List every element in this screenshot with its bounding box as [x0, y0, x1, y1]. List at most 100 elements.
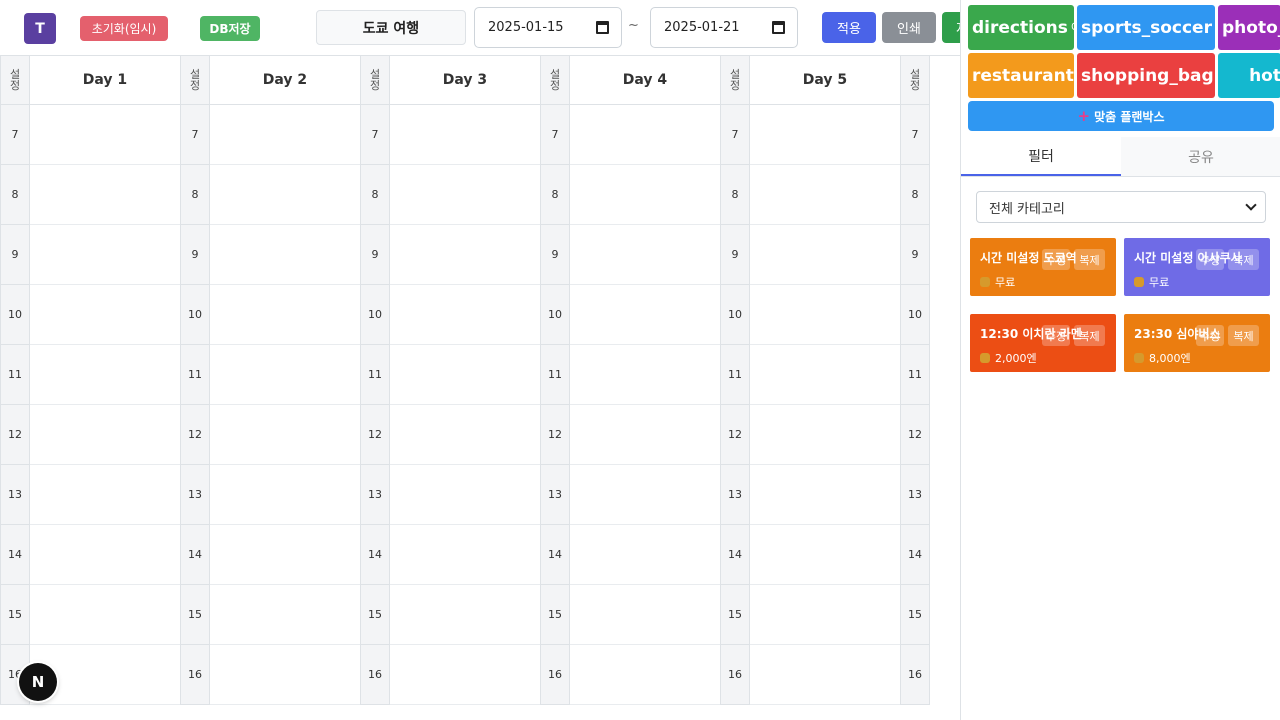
time-slot[interactable]	[390, 105, 540, 165]
time-slot[interactable]	[210, 525, 360, 585]
time-slot[interactable]	[210, 345, 360, 405]
duplicate-button[interactable]: 복제	[1074, 249, 1105, 270]
time-slot[interactable]	[30, 465, 180, 525]
time-slot[interactable]	[570, 105, 720, 165]
calendar-icon[interactable]	[772, 21, 785, 34]
time-slot[interactable]	[390, 465, 540, 525]
time-slot[interactable]	[30, 285, 180, 345]
time-slot[interactable]	[750, 645, 900, 705]
settings-header[interactable]: 설정	[361, 56, 389, 105]
edit-button[interactable]: 수정	[1042, 325, 1070, 346]
hour-label: 12	[1, 405, 29, 465]
photo-icon: photo_	[1222, 17, 1280, 38]
settings-header[interactable]: 설정	[721, 56, 749, 105]
hour-label: 11	[721, 345, 749, 405]
category-tile-hotel[interactable]: hot	[1218, 53, 1280, 98]
time-slot[interactable]	[210, 225, 360, 285]
category-label: 활동	[1212, 21, 1216, 34]
time-slot[interactable]	[570, 405, 720, 465]
time-slot[interactable]	[750, 405, 900, 465]
time-slot[interactable]	[390, 405, 540, 465]
start-date-input[interactable]: 2025-01-15	[474, 7, 622, 48]
time-slot[interactable]	[750, 285, 900, 345]
custom-planbox-button[interactable]: + 맞춤 플랜박스	[968, 101, 1274, 131]
time-slot[interactable]	[390, 525, 540, 585]
time-slot[interactable]	[210, 165, 360, 225]
time-slot[interactable]	[30, 405, 180, 465]
hour-label: 10	[721, 285, 749, 345]
directions-icon: directions	[972, 17, 1068, 38]
time-slot[interactable]	[210, 105, 360, 165]
time-slot[interactable]	[210, 405, 360, 465]
user-avatar[interactable]: T	[24, 13, 56, 44]
time-slot[interactable]	[390, 585, 540, 645]
db-save-button[interactable]: DB저장	[200, 16, 260, 41]
time-slot[interactable]	[570, 345, 720, 405]
time-slot[interactable]	[570, 285, 720, 345]
time-slot[interactable]	[570, 585, 720, 645]
category-tile-activity[interactable]: sports_soccer 활동	[1077, 5, 1215, 50]
price-value: 2,000엔	[995, 352, 1037, 365]
duplicate-button[interactable]: 복제	[1228, 325, 1259, 346]
time-slot[interactable]	[390, 285, 540, 345]
time-slot[interactable]	[210, 285, 360, 345]
time-slot[interactable]	[750, 105, 900, 165]
edit-button[interactable]: 수정	[1042, 249, 1070, 270]
category-filter-select[interactable]: 전체 카테고리	[976, 191, 1266, 223]
category-tile-shopping[interactable]: shopping_bag 쇼핑	[1077, 53, 1215, 98]
end-date-input[interactable]: 2025-01-21	[650, 7, 798, 48]
edit-button[interactable]: 수정	[1196, 325, 1224, 346]
time-slot[interactable]	[570, 645, 720, 705]
hour-label: 13	[721, 465, 749, 525]
time-slot[interactable]	[570, 465, 720, 525]
hour-label: 11	[1, 345, 29, 405]
time-slot[interactable]	[30, 345, 180, 405]
time-slot[interactable]	[210, 585, 360, 645]
trip-title-field[interactable]: 도쿄 여행	[316, 10, 466, 45]
time-slot[interactable]	[570, 525, 720, 585]
plan-card[interactable]: 시간 미설정 도쿄역 수정 복제 무료	[970, 238, 1116, 296]
apply-button[interactable]: 적용	[822, 12, 876, 43]
time-slot[interactable]	[30, 165, 180, 225]
time-slot[interactable]	[390, 345, 540, 405]
time-slot[interactable]	[750, 525, 900, 585]
plan-card[interactable]: 12:30 이치란 라멘 수정 복제 2,000엔	[970, 314, 1116, 372]
category-tile-move[interactable]: directions 이동	[968, 5, 1074, 50]
reset-button[interactable]: 초기화(임시)	[80, 16, 168, 41]
calendar-icon[interactable]	[596, 21, 609, 34]
time-slot[interactable]	[750, 165, 900, 225]
time-slot[interactable]	[30, 105, 180, 165]
app-root: T 초기화(임시) DB저장 도쿄 여행 2025-01-15 ~ 2025-0…	[0, 0, 1280, 720]
time-slot[interactable]	[390, 645, 540, 705]
time-slot[interactable]	[750, 465, 900, 525]
tab-filter[interactable]: 필터	[961, 137, 1121, 176]
time-slot[interactable]	[390, 225, 540, 285]
settings-column: 설정 7 8 9 10 11 12 13 14 15 16	[540, 56, 570, 705]
plan-card[interactable]: 시간 미설정 아사쿠사 수정 복제 무료	[1124, 238, 1270, 296]
hour-label: 12	[541, 405, 569, 465]
duplicate-button[interactable]: 복제	[1228, 249, 1259, 270]
settings-header[interactable]: 설정	[181, 56, 209, 105]
time-slot[interactable]	[30, 585, 180, 645]
tab-share[interactable]: 공유	[1121, 137, 1280, 176]
settings-header[interactable]: 설정	[541, 56, 569, 105]
time-slot[interactable]	[30, 525, 180, 585]
time-slot[interactable]	[210, 645, 360, 705]
plan-card[interactable]: 23:30 심야버스 수정 복제 8,000엔	[1124, 314, 1270, 372]
time-slot[interactable]	[570, 225, 720, 285]
settings-header[interactable]: 설정	[901, 56, 929, 105]
category-tile-photo[interactable]: photo_	[1218, 5, 1280, 50]
settings-header[interactable]: 설정	[1, 56, 29, 105]
time-slot[interactable]	[390, 165, 540, 225]
n-badge[interactable]: N	[19, 663, 57, 701]
time-slot[interactable]	[750, 225, 900, 285]
print-button[interactable]: 인쇄	[882, 12, 936, 43]
time-slot[interactable]	[750, 345, 900, 405]
time-slot[interactable]	[30, 225, 180, 285]
time-slot[interactable]	[210, 465, 360, 525]
time-slot[interactable]	[750, 585, 900, 645]
edit-button[interactable]: 수정	[1196, 249, 1224, 270]
category-tile-meal[interactable]: restaurant 식사	[968, 53, 1074, 98]
time-slot[interactable]	[570, 165, 720, 225]
duplicate-button[interactable]: 복제	[1074, 325, 1105, 346]
